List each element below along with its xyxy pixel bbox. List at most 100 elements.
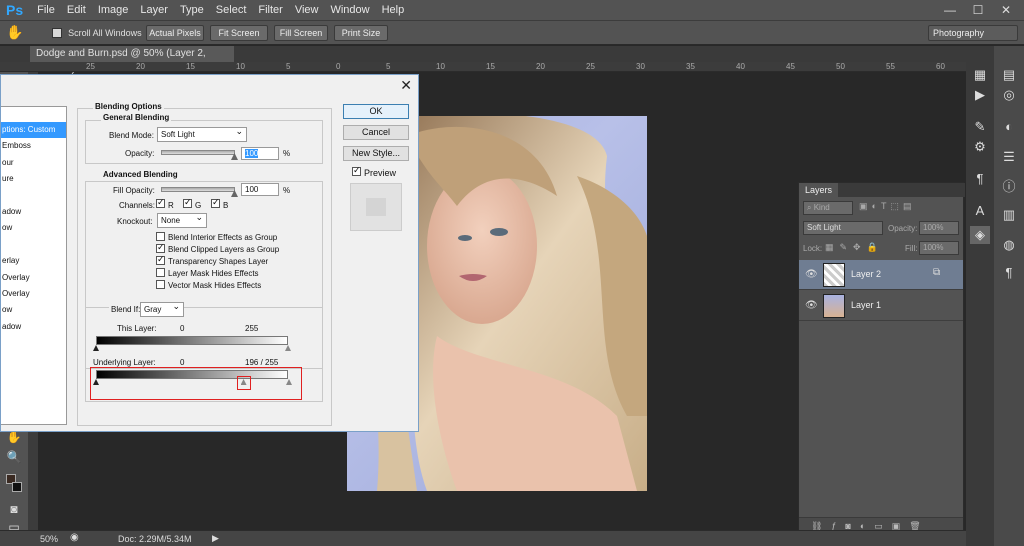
style-item-pattern-overlay[interactable]: Overlay xyxy=(1,286,66,302)
menu-image[interactable]: Image xyxy=(92,4,135,16)
style-item-color-overlay[interactable]: erlay xyxy=(1,253,66,269)
layer-fill-input[interactable]: 100% xyxy=(919,241,959,255)
status-menu-arrow-icon[interactable]: ▶ xyxy=(212,533,219,544)
layer-2-name[interactable]: Layer 2 xyxy=(851,269,881,279)
document-tab[interactable]: Dodge and Burn.psd @ 50% (Layer 2, RGB/8… xyxy=(30,46,234,75)
opacity-slider[interactable] xyxy=(161,150,235,155)
layer-style-icon[interactable]: ⧉ xyxy=(933,267,940,278)
layer-row-layer-1[interactable]: 👁 Layer 1 xyxy=(799,291,963,321)
hand-tool-icon[interactable]: ✋ xyxy=(6,24,23,41)
style-item-blending-options[interactable]: ptions: Custom xyxy=(1,122,66,139)
blend-if-select[interactable]: Gray xyxy=(140,300,184,317)
minimize-button[interactable]: — xyxy=(936,0,964,21)
maximize-button[interactable]: ☐ xyxy=(964,0,992,21)
workspace-select[interactable]: Photography xyxy=(928,25,1018,41)
text-icon[interactable]: A xyxy=(970,202,990,220)
menu-help[interactable]: Help xyxy=(376,4,411,16)
zoom-level[interactable]: 50% xyxy=(40,534,58,544)
style-item-gradient-overlay[interactable]: Overlay xyxy=(1,270,66,286)
close-window-button[interactable]: ✕ xyxy=(992,0,1020,21)
ruler-mark: 20 xyxy=(536,62,545,71)
properties-icon[interactable]: ☰ xyxy=(999,148,1019,166)
adjustments-icon[interactable]: ◐ xyxy=(999,118,1019,136)
blend-mode-select[interactable]: Soft Light xyxy=(157,125,247,142)
ok-button[interactable]: OK xyxy=(343,104,409,119)
zoom-icon[interactable]: 🔍 xyxy=(4,448,24,466)
style-item-stroke[interactable] xyxy=(1,188,66,204)
menu-view[interactable]: View xyxy=(289,4,325,16)
brush-icon[interactable]: ✎ xyxy=(970,118,990,136)
layer-opacity-value: 100% xyxy=(923,223,944,232)
layer-blend-mode-select[interactable]: Soft Light xyxy=(803,221,883,235)
style-item-texture[interactable]: ure xyxy=(1,171,66,187)
menu-layer[interactable]: Layer xyxy=(134,4,174,16)
menu-window[interactable]: Window xyxy=(324,4,375,16)
fit-screen-button[interactable]: Fit Screen xyxy=(210,25,268,41)
blend-clipped-checkbox[interactable] xyxy=(156,242,165,253)
style-item[interactable] xyxy=(1,107,66,122)
layer-filter-select[interactable]: ⌕ Kind xyxy=(803,201,853,215)
preview-checkbox[interactable] xyxy=(352,165,361,176)
history-icon[interactable]: ▦ xyxy=(970,66,990,84)
scroll-all-windows-option[interactable]: Scroll All Windows xyxy=(52,27,142,39)
navigator-icon[interactable]: ◎ xyxy=(999,86,1019,104)
style-item-drop-shadow[interactable]: adow xyxy=(1,319,66,335)
vector-mask-hides-checkbox[interactable] xyxy=(156,280,165,289)
menu-edit[interactable]: Edit xyxy=(61,4,92,16)
cancel-button[interactable]: Cancel xyxy=(343,125,409,140)
status-share-icon[interactable]: ◉ xyxy=(70,532,79,543)
layer-2-thumbnail xyxy=(823,263,845,287)
style-item-inner-glow[interactable]: ow xyxy=(1,220,66,236)
play-icon[interactable]: ▶ xyxy=(970,86,990,104)
background-color-swatch[interactable] xyxy=(12,482,22,492)
photoshop-logo: Ps xyxy=(6,2,24,18)
print-size-button[interactable]: Print Size xyxy=(334,25,388,41)
info-icon[interactable]: ⓘ xyxy=(999,178,1019,196)
layers-tab[interactable]: Layers xyxy=(799,183,839,197)
menu-select[interactable]: Select xyxy=(210,4,253,16)
layer-row-layer-2[interactable]: 👁 Layer 2 ⧉ xyxy=(799,260,963,290)
filter-icons[interactable]: ▣◐T⬚▤ xyxy=(859,201,915,212)
style-item-inner-shadow[interactable]: adow xyxy=(1,204,66,220)
underlying-layer-low: 0 xyxy=(180,358,185,367)
dialog-close-button[interactable]: ✕ xyxy=(400,77,412,94)
clone-source-icon[interactable]: ⚙ xyxy=(970,138,990,156)
preview-label: Preview xyxy=(364,168,397,178)
fill-opacity-input[interactable]: 100 xyxy=(241,183,279,196)
swatches-icon[interactable]: ▥ xyxy=(999,206,1019,224)
quick-mask-icon[interactable]: ◙ xyxy=(4,500,24,518)
channels-icon[interactable]: ◍ xyxy=(999,236,1019,254)
channel-b-checkbox[interactable] xyxy=(211,197,220,208)
eye-icon[interactable]: 👁 xyxy=(805,269,818,280)
menu-filter[interactable]: Filter xyxy=(252,4,288,16)
layer-1-name[interactable]: Layer 1 xyxy=(851,300,881,310)
knockout-select[interactable]: None xyxy=(157,211,207,228)
lock-icons[interactable]: ▦✎✥🔒 xyxy=(825,242,884,253)
actual-pixels-button[interactable]: Actual Pixels xyxy=(146,25,204,41)
style-item-contour[interactable]: our xyxy=(1,155,66,171)
style-item-bevel-emboss[interactable]: Emboss xyxy=(1,138,66,154)
opacity-input[interactable]: 100 xyxy=(241,147,279,160)
eye-icon[interactable]: 👁 xyxy=(805,300,818,311)
layer-mask-hides-checkbox[interactable] xyxy=(156,268,165,277)
style-item-satin[interactable] xyxy=(1,237,66,253)
transparency-shapes-label: Transparency Shapes Layer xyxy=(168,257,269,266)
paragraph-icon[interactable]: ¶ xyxy=(999,264,1019,282)
new-style-button[interactable]: New Style... xyxy=(343,146,409,161)
menu-file[interactable]: File xyxy=(31,4,61,16)
layer-opacity-input[interactable]: 100% xyxy=(919,221,959,235)
character-icon[interactable]: ¶ xyxy=(970,170,990,188)
scroll-all-windows-checkbox[interactable] xyxy=(52,28,62,39)
menu-type[interactable]: Type xyxy=(174,4,210,16)
style-item-outer-glow[interactable]: ow xyxy=(1,302,66,318)
fill-opacity-label: Fill Opacity: xyxy=(113,186,155,195)
channel-r-checkbox[interactable] xyxy=(156,197,165,208)
fill-screen-button[interactable]: Fill Screen xyxy=(274,25,328,41)
histogram-icon[interactable]: ▤ xyxy=(999,66,1019,84)
layers-icon[interactable]: ◈ xyxy=(970,226,990,244)
transparency-shapes-checkbox[interactable] xyxy=(156,254,165,265)
this-layer-low: 0 xyxy=(180,324,185,333)
fill-opacity-slider[interactable] xyxy=(161,187,235,192)
blend-interior-checkbox[interactable] xyxy=(156,232,165,241)
channel-g-checkbox[interactable] xyxy=(183,197,192,208)
